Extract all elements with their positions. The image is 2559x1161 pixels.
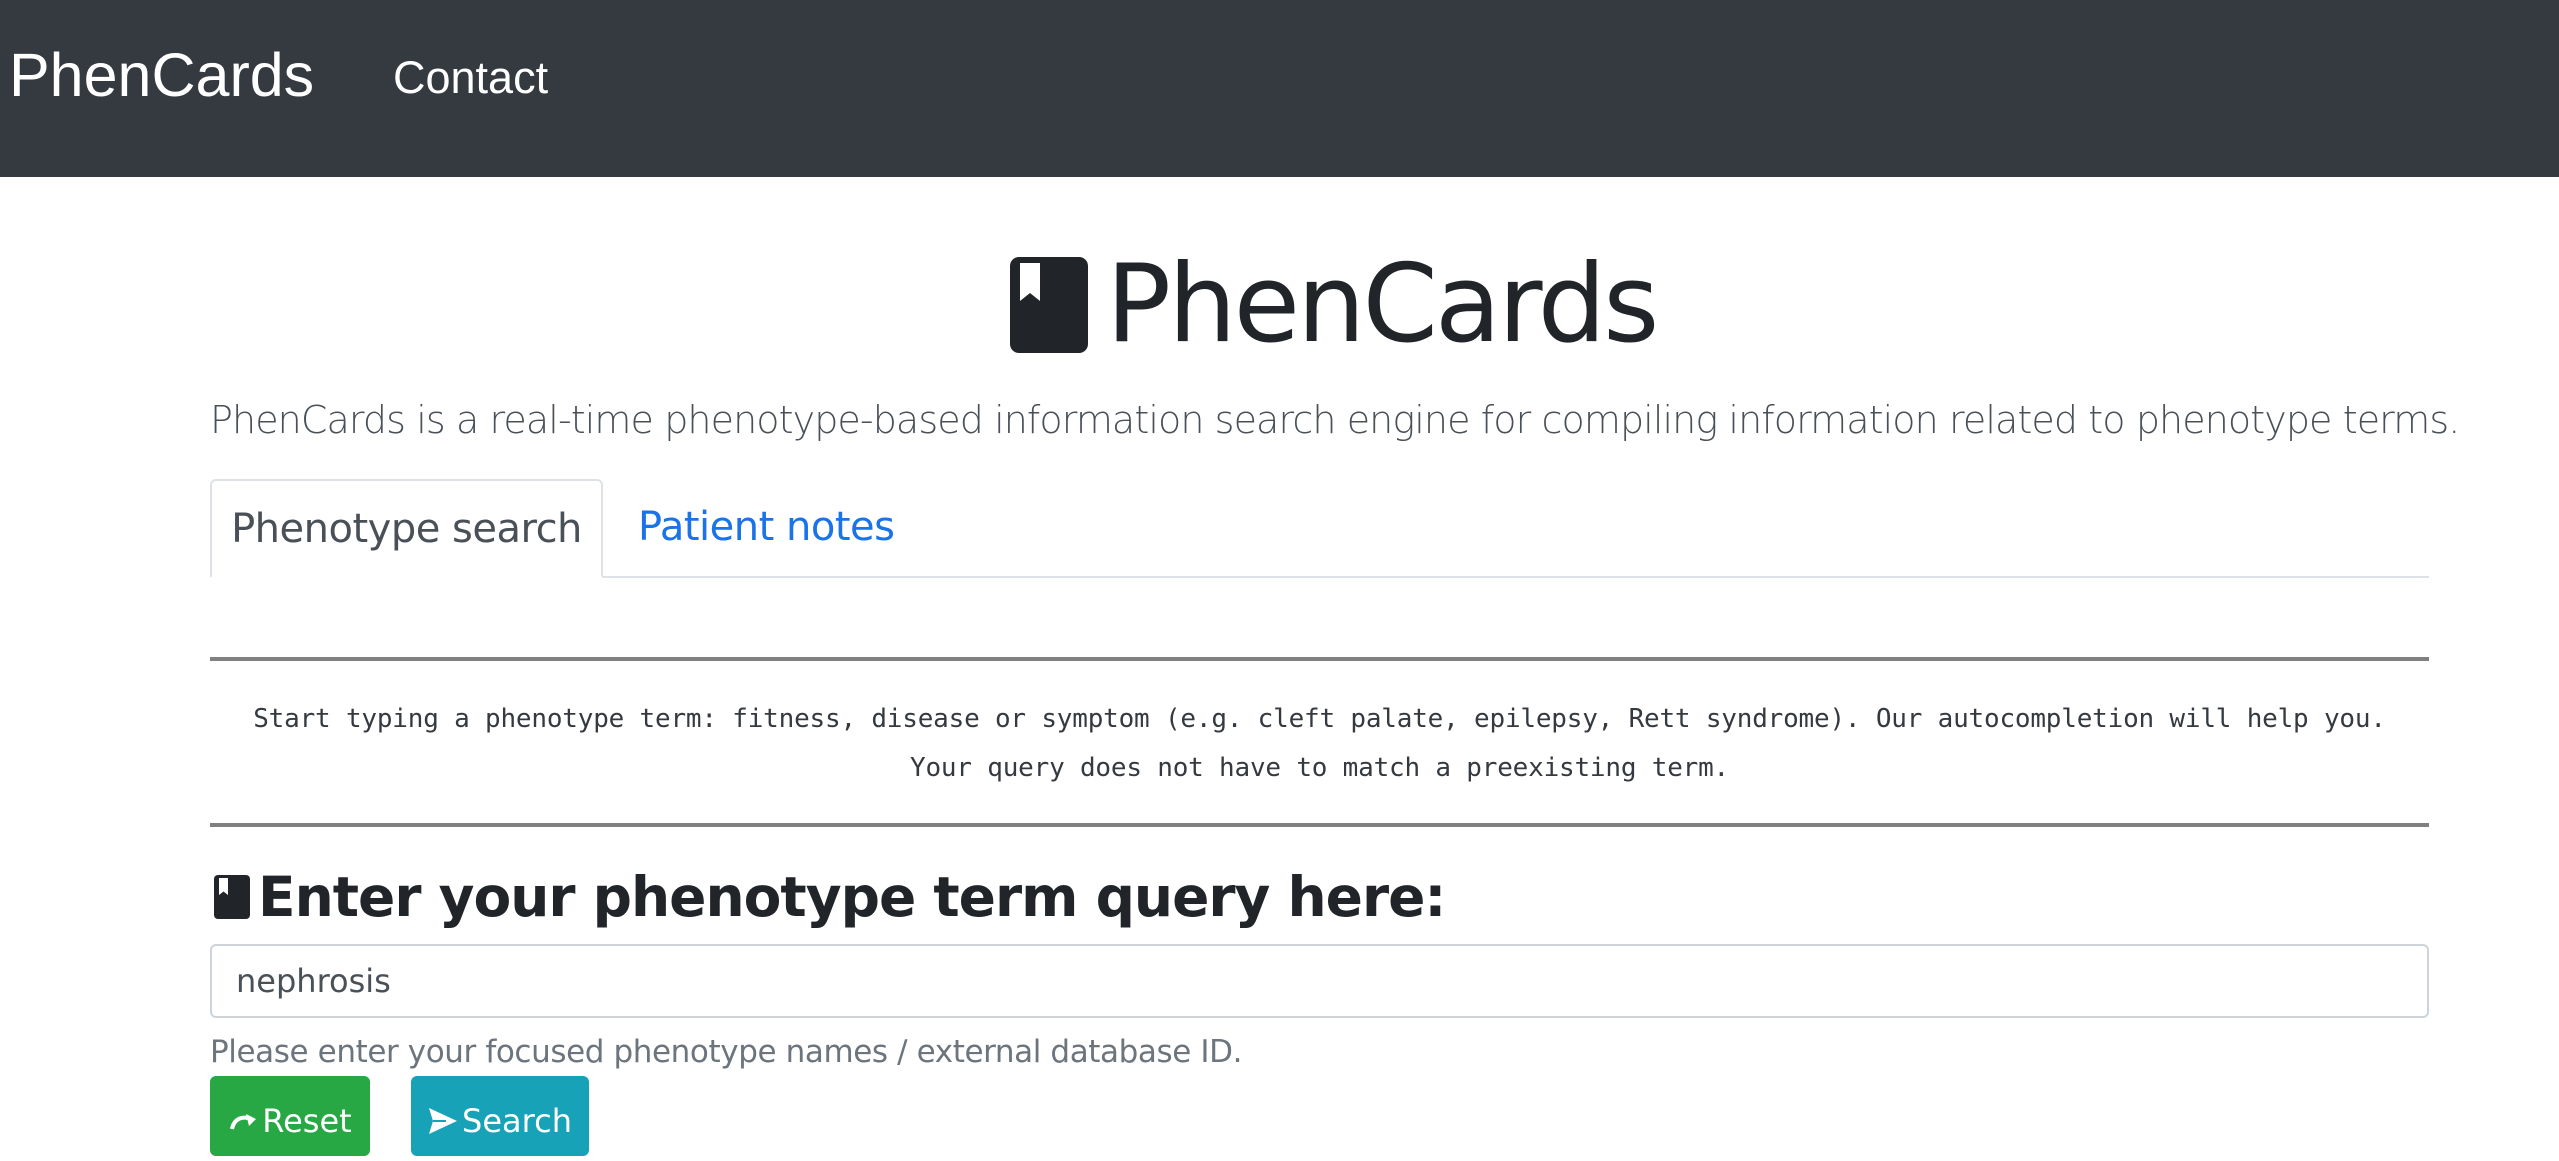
navbar-brand-link[interactable]: PhenCards — [9, 40, 314, 110]
search-instructions: Start typing a phenotype term: fitness, … — [210, 695, 2429, 793]
instruction-line-2: Your query does not have to match a pree… — [909, 753, 1730, 783]
query-heading-text: Enter your phenotype term query here: — [258, 865, 1446, 929]
tab-patient-notes[interactable]: Patient notes — [638, 479, 895, 575]
lead-description: PhenCards is a real-time phenotype-based… — [210, 398, 2460, 442]
reset-button[interactable]: Reset — [210, 1076, 370, 1156]
bookmark-book-icon — [214, 875, 250, 919]
divider-top — [210, 657, 2429, 661]
search-label: Search — [462, 1102, 572, 1140]
top-navbar: PhenCards Contact — [0, 0, 2559, 177]
page-title: PhenCards — [1106, 242, 1659, 367]
send-arrow-icon — [429, 1108, 458, 1134]
query-help-text: Please enter your focused phenotype name… — [210, 1034, 1243, 1070]
nav-contact-link[interactable]: Contact — [393, 50, 548, 106]
phenotype-search-input[interactable] — [210, 944, 2429, 1018]
reset-label: Reset — [262, 1102, 352, 1140]
tab-phenotype-search[interactable]: Phenotype search — [210, 479, 603, 578]
search-button[interactable]: Search — [411, 1076, 589, 1156]
instruction-line-1: Start typing a phenotype term: fitness, … — [253, 704, 2386, 734]
divider-bottom — [210, 823, 2429, 827]
query-heading: Enter your phenotype term query here: — [214, 862, 1446, 932]
redo-arrow-icon — [230, 1114, 257, 1130]
tab-bar: Phenotype search Patient notes — [210, 479, 2429, 578]
bookmark-book-icon — [1010, 257, 1088, 353]
hero-header: PhenCards — [1010, 240, 1659, 370]
